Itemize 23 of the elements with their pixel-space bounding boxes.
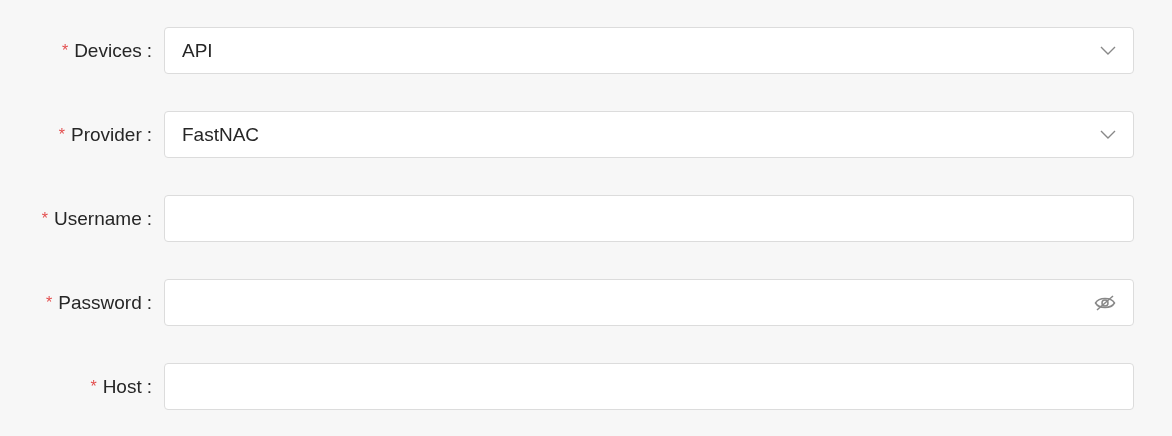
field-label: Devices [74, 39, 142, 62]
label-colon: : [146, 375, 152, 398]
label-colon: : [146, 207, 152, 230]
required-asterisk: * [41, 209, 49, 228]
eye-slash-icon[interactable] [1094, 293, 1116, 312]
field-label: Password [58, 291, 142, 314]
label-colon: : [146, 123, 152, 146]
label-colon: : [146, 39, 152, 62]
field-label: Host [102, 375, 142, 398]
select-field[interactable]: FastNAC [164, 111, 1134, 158]
required-asterisk: * [58, 125, 65, 144]
chevron-down-icon [1100, 45, 1116, 56]
password-field[interactable] [164, 279, 1134, 326]
required-asterisk: * [61, 41, 69, 60]
required-asterisk: * [90, 377, 97, 396]
input-field[interactable] [164, 195, 1134, 242]
select-field[interactable]: API [164, 27, 1134, 74]
required-asterisk: * [46, 293, 53, 312]
label-colon: : [146, 291, 152, 314]
input-field[interactable] [164, 363, 1134, 410]
chevron-down-icon [1100, 129, 1116, 140]
field-label: Username [54, 207, 142, 230]
field-label: Provider [70, 123, 142, 146]
